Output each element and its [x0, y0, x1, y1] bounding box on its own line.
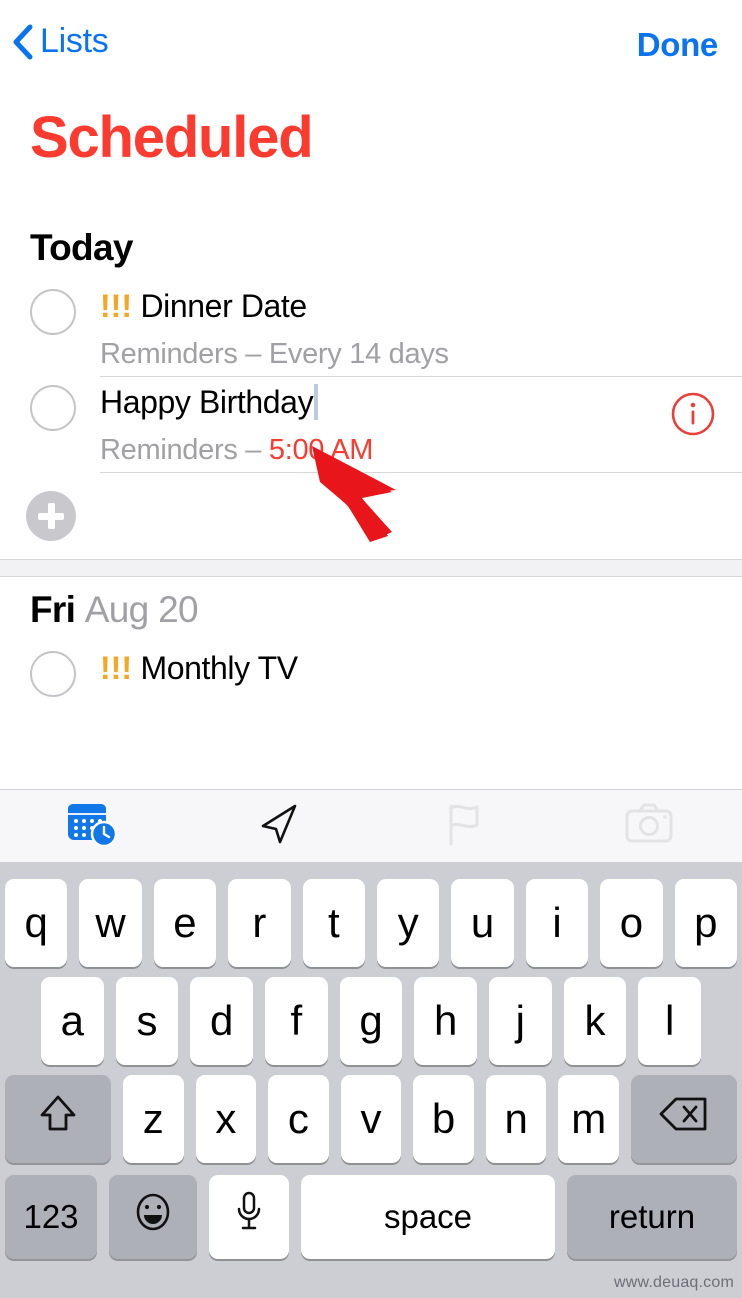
dictation-key[interactable]: [209, 1175, 289, 1259]
key-x[interactable]: x: [195, 1075, 257, 1163]
key-n[interactable]: n: [485, 1075, 547, 1163]
key-w[interactable]: w: [79, 879, 142, 967]
reminder-text-block: Happy Birthday Reminders – 5:00 AM: [100, 377, 742, 473]
key-l[interactable]: l: [638, 977, 702, 1065]
key-o[interactable]: o: [600, 879, 663, 967]
complete-checkbox[interactable]: [30, 289, 76, 335]
backspace-key[interactable]: [631, 1075, 738, 1163]
key-a[interactable]: a: [40, 977, 104, 1065]
calendar-clock-icon: [66, 799, 120, 854]
text-cursor: [314, 384, 319, 420]
reminder-title: Monthly TV: [140, 650, 298, 686]
info-button[interactable]: [670, 391, 716, 437]
return-key[interactable]: return: [567, 1175, 737, 1259]
toolbar-flag-button: [371, 790, 557, 863]
toolbar-camera-button: [557, 790, 742, 863]
reminder-title-line: !!! Monthly TV: [100, 645, 742, 691]
reminder-title: Dinner Date: [140, 288, 307, 324]
subtitle-separator: –: [237, 434, 269, 466]
toolbar-date-time-button[interactable]: [0, 790, 186, 863]
reminder-text-block: !!! Monthly TV: [100, 643, 742, 691]
reminder-list-name: Reminders: [100, 338, 238, 370]
location-arrow-icon: [254, 800, 302, 853]
phone-screen: Lists Done Scheduled Today !!! Dinner Da…: [0, 0, 742, 1298]
key-i[interactable]: i: [525, 879, 589, 967]
section-heading-primary: Fri: [30, 589, 76, 630]
emoji-key[interactable]: [109, 1175, 197, 1259]
reminder-time: 5:00 AM: [268, 434, 374, 466]
key-g[interactable]: g: [339, 977, 403, 1065]
key-s[interactable]: s: [115, 977, 179, 1065]
reminders-list: Today !!! Dinner Date Reminders – Every …: [0, 215, 742, 728]
key-r[interactable]: r: [228, 879, 291, 967]
section-heading-secondary: Aug 20: [84, 589, 199, 630]
toolbar-location-button[interactable]: [186, 790, 372, 863]
shift-key[interactable]: [4, 1075, 111, 1163]
complete-checkbox[interactable]: [30, 651, 76, 697]
priority-marker: !!!: [100, 650, 132, 686]
reminder-subtitle: Reminders – 5:00 AM: [100, 427, 742, 473]
done-button[interactable]: Done: [637, 26, 719, 64]
reminder-row[interactable]: !!! Monthly TV: [0, 643, 742, 728]
reminder-text-block: !!! Dinner Date Reminders – Every 14 day…: [100, 281, 742, 377]
key-v[interactable]: v: [340, 1075, 402, 1163]
key-y[interactable]: y: [377, 879, 440, 967]
navigation-bar: Lists Done: [0, 0, 742, 94]
key-c[interactable]: c: [268, 1075, 329, 1163]
flag-icon: [441, 800, 487, 853]
reminder-title-line: !!! Dinner Date: [100, 283, 742, 329]
key-m[interactable]: m: [558, 1075, 620, 1163]
section-heading-primary: Today: [30, 227, 133, 268]
shift-arrow-up-icon: [36, 1091, 80, 1147]
key-e[interactable]: e: [153, 879, 217, 967]
back-to-lists-button[interactable]: Lists: [12, 22, 109, 61]
key-f[interactable]: f: [265, 977, 328, 1065]
reminder-row[interactable]: !!! Dinner Date Reminders – Every 14 day…: [0, 281, 742, 377]
smiley-emoji-icon: [131, 1189, 175, 1245]
microphone-icon: [233, 1189, 265, 1245]
reminder-title-line: Happy Birthday: [100, 379, 742, 425]
key-b[interactable]: b: [413, 1075, 474, 1163]
reminder-list-name: Reminders: [100, 434, 238, 466]
section-divider: [0, 559, 742, 577]
subtitle-separator: –: [237, 338, 269, 370]
plus-icon[interactable]: [26, 491, 76, 541]
complete-checkbox[interactable]: [30, 385, 76, 431]
numbers-key[interactable]: 123: [5, 1175, 97, 1259]
key-q[interactable]: q: [4, 879, 68, 967]
keyboard-row-1: q w e r t y u i o p: [0, 874, 742, 972]
key-t[interactable]: t: [302, 879, 365, 967]
reminder-row-editing[interactable]: Happy Birthday Reminders – 5:00 AM: [0, 377, 742, 473]
backspace-delete-icon: [658, 1094, 710, 1144]
reminder-title-input[interactable]: Happy Birthday: [100, 384, 314, 420]
priority-marker: !!!: [100, 288, 132, 324]
site-watermark: www.deuaq.com: [614, 1274, 734, 1291]
keyboard-accessory-toolbar: [0, 789, 742, 862]
keyboard-row-4: 123 space return: [0, 1168, 742, 1266]
chevron-left-icon: [12, 24, 34, 60]
section-header-today: Today: [0, 215, 742, 281]
keyboard-row-3: z x c v b n m: [0, 1070, 742, 1168]
add-reminder-row[interactable]: [0, 473, 742, 559]
page-title: Scheduled: [30, 105, 314, 170]
section-header-friday: Fri Aug 20: [0, 577, 742, 643]
key-d[interactable]: d: [190, 977, 253, 1065]
keyboard-row-2: a s d f g h j k l: [0, 972, 742, 1070]
key-p[interactable]: p: [674, 879, 738, 967]
camera-icon: [623, 801, 675, 852]
keyboard-keys-area: q w e r t y u i o p a s d f g h j k l z …: [0, 862, 742, 1298]
software-keyboard: q w e r t y u i o p a s d f g h j k l z …: [0, 789, 742, 1298]
space-key[interactable]: space: [301, 1175, 555, 1259]
key-h[interactable]: h: [414, 977, 478, 1065]
key-z[interactable]: z: [122, 1075, 184, 1163]
key-k[interactable]: k: [563, 977, 627, 1065]
key-u[interactable]: u: [451, 879, 514, 967]
back-label: Lists: [40, 22, 109, 60]
reminder-subtitle: Reminders – Every 14 days: [100, 331, 742, 377]
key-j[interactable]: j: [489, 977, 552, 1065]
reminder-recurrence: Every 14 days: [268, 338, 449, 370]
